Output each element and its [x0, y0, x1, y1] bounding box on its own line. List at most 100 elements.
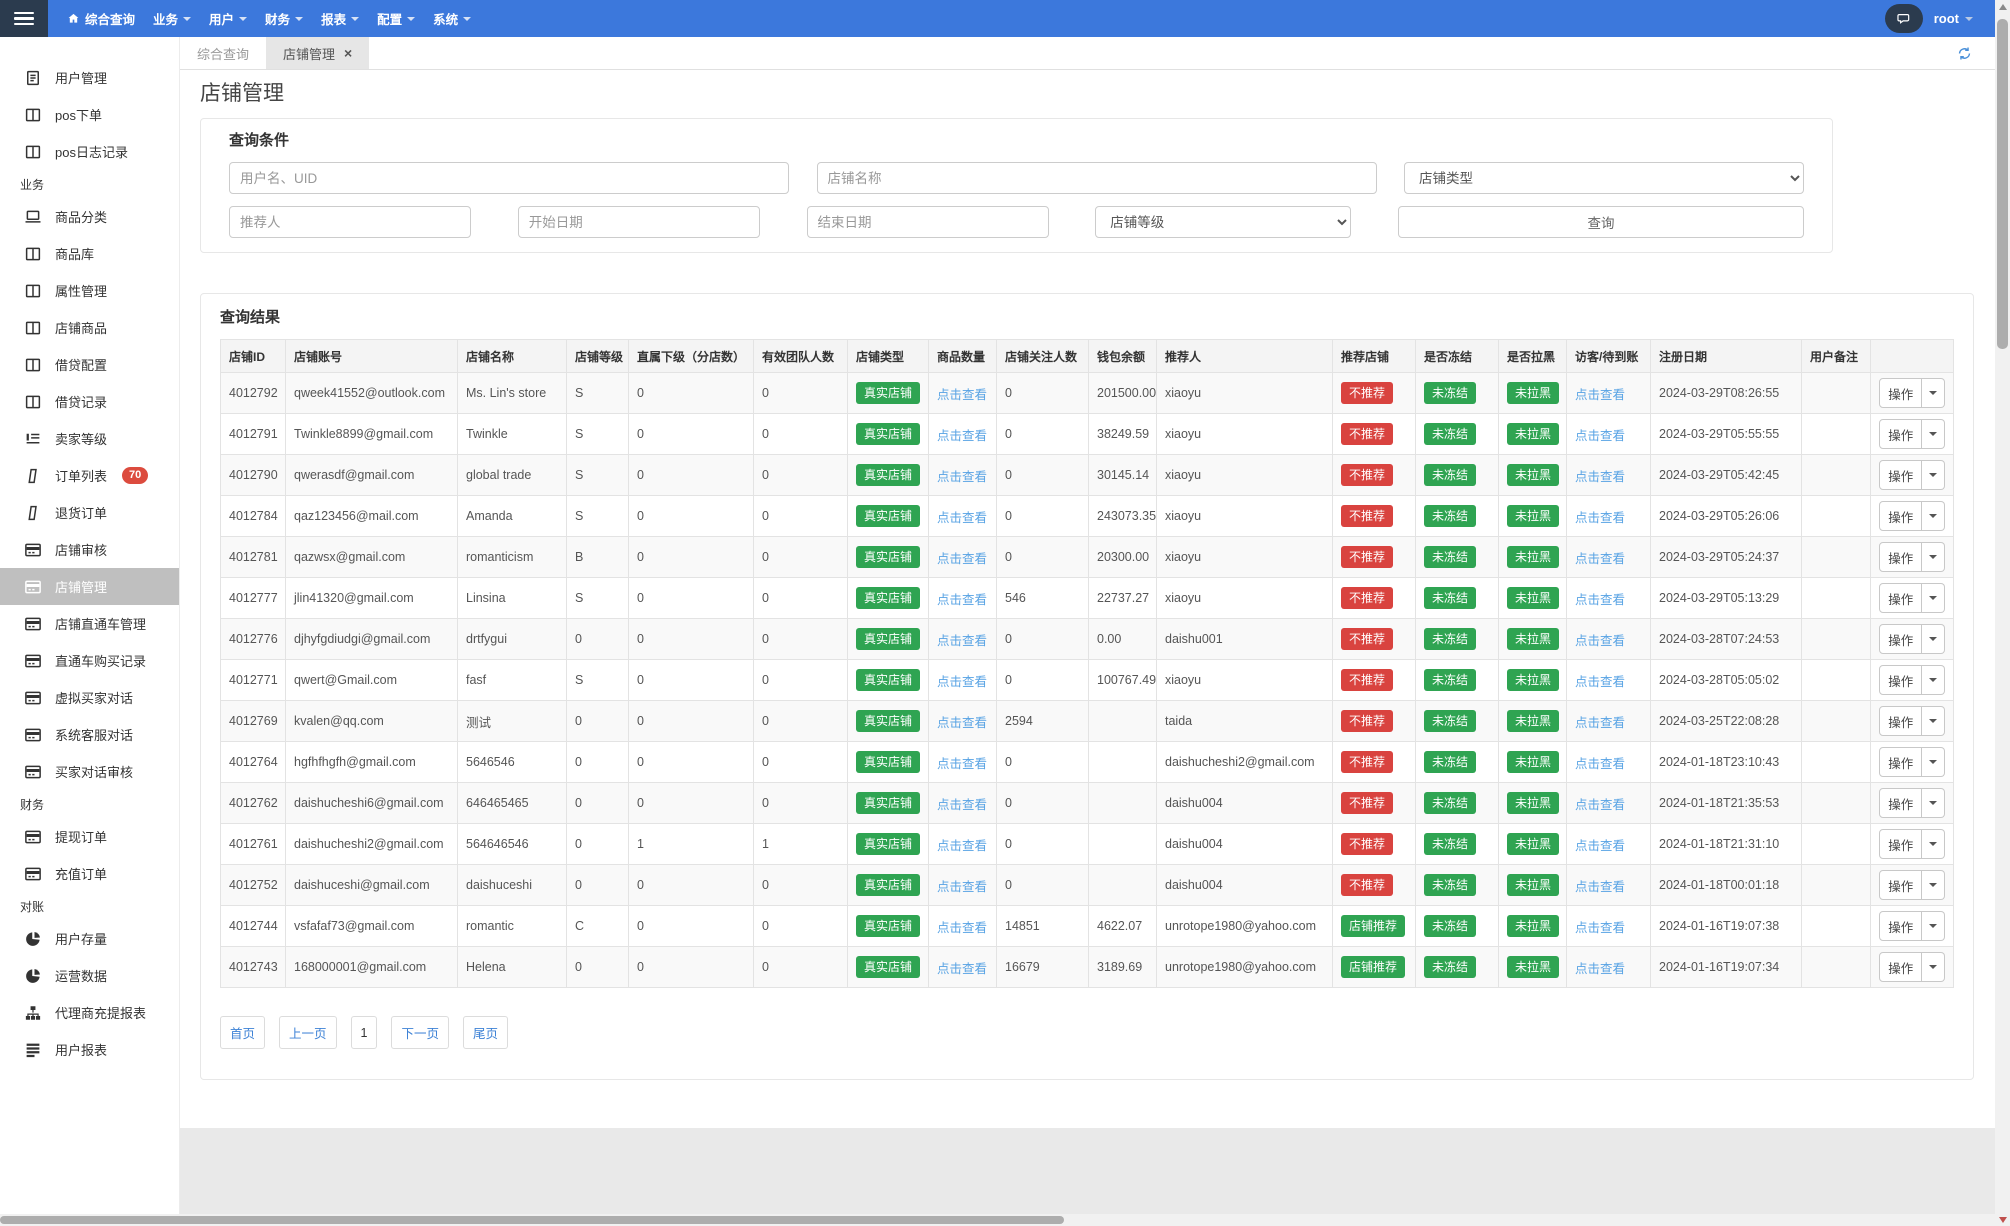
- action-dropdown-toggle[interactable]: [1922, 542, 1945, 572]
- goods-count-link[interactable]: 点击查看: [937, 839, 987, 853]
- visitor-link[interactable]: 点击查看: [1575, 921, 1625, 935]
- sidebar-item-user-management[interactable]: 用户管理: [0, 59, 179, 96]
- nav-item-config[interactable]: 配置: [368, 0, 424, 37]
- action-button[interactable]: 操作: [1879, 911, 1923, 941]
- goods-count-link[interactable]: 点击查看: [937, 429, 987, 443]
- scroll-up-arrow-icon[interactable]: [1998, 4, 2007, 10]
- action-button[interactable]: 操作: [1879, 583, 1923, 613]
- shop-level-select[interactable]: 店铺等级: [1095, 206, 1352, 238]
- action-dropdown-toggle[interactable]: [1922, 665, 1945, 695]
- action-dropdown-toggle[interactable]: [1922, 501, 1945, 531]
- sidebar-item-shop-train-management[interactable]: 店铺直通车管理: [0, 605, 179, 642]
- goods-count-link[interactable]: 点击查看: [937, 593, 987, 607]
- visitor-link[interactable]: 点击查看: [1575, 429, 1625, 443]
- nav-item-finance[interactable]: 财务: [256, 0, 312, 37]
- goods-count-link[interactable]: 点击查看: [937, 798, 987, 812]
- username-uid-field[interactable]: [229, 162, 789, 194]
- goods-count-link[interactable]: 点击查看: [937, 675, 987, 689]
- sidebar-item-virtual-buyer-chat[interactable]: 虚拟买家对话: [0, 679, 179, 716]
- goods-count-link[interactable]: 点击查看: [937, 962, 987, 976]
- page-button-page-1[interactable]: 1: [350, 1016, 378, 1049]
- refresh-button[interactable]: [1956, 45, 1973, 62]
- visitor-link[interactable]: 点击查看: [1575, 593, 1625, 607]
- visitor-link[interactable]: 点击查看: [1575, 675, 1625, 689]
- start-date-field[interactable]: [517, 206, 760, 238]
- action-dropdown-toggle[interactable]: [1922, 747, 1945, 777]
- visitor-link[interactable]: 点击查看: [1575, 880, 1625, 894]
- action-dropdown-toggle[interactable]: [1922, 460, 1945, 490]
- scroll-down-arrow-icon[interactable]: [1998, 1217, 2007, 1223]
- action-dropdown-toggle[interactable]: [1922, 624, 1945, 654]
- sidebar-item-goods-library[interactable]: 商品库: [0, 235, 179, 272]
- action-dropdown-toggle[interactable]: [1922, 829, 1945, 859]
- nav-item-system[interactable]: 系统: [424, 0, 480, 37]
- action-button[interactable]: 操作: [1879, 747, 1923, 777]
- horizontal-scrollbar[interactable]: [0, 1214, 1995, 1226]
- page-button-first[interactable]: 首页: [220, 1016, 266, 1049]
- goods-count-link[interactable]: 点击查看: [937, 511, 987, 525]
- sidebar-item-order-list[interactable]: 订单列表 70: [0, 457, 179, 494]
- tab-overview-query[interactable]: 综合查询: [180, 37, 266, 69]
- sidebar-item-return-orders[interactable]: 退货订单: [0, 494, 179, 531]
- action-button[interactable]: 操作: [1879, 378, 1923, 408]
- action-dropdown-toggle[interactable]: [1922, 788, 1945, 818]
- visitor-link[interactable]: 点击查看: [1575, 839, 1625, 853]
- action-button[interactable]: 操作: [1879, 706, 1923, 736]
- user-menu[interactable]: root: [1934, 11, 1973, 26]
- hamburger-menu-icon[interactable]: [0, 0, 48, 37]
- visitor-link[interactable]: 点击查看: [1575, 634, 1625, 648]
- action-dropdown-toggle[interactable]: [1922, 706, 1945, 736]
- action-button[interactable]: 操作: [1879, 419, 1923, 449]
- nav-item-overview-query[interactable]: 综合查询: [58, 0, 144, 37]
- action-button[interactable]: 操作: [1879, 542, 1923, 572]
- visitor-link[interactable]: 点击查看: [1575, 962, 1625, 976]
- goods-count-link[interactable]: 点击查看: [937, 757, 987, 771]
- action-button[interactable]: 操作: [1879, 460, 1923, 490]
- sidebar-item-operation-data[interactable]: 运营数据: [0, 957, 179, 994]
- goods-count-link[interactable]: 点击查看: [937, 552, 987, 566]
- page-button-last[interactable]: 尾页: [463, 1016, 509, 1049]
- visitor-link[interactable]: 点击查看: [1575, 388, 1625, 402]
- action-button[interactable]: 操作: [1879, 501, 1923, 531]
- goods-count-link[interactable]: 点击查看: [937, 880, 987, 894]
- action-dropdown-toggle[interactable]: [1922, 378, 1945, 408]
- sidebar-item-goods-category[interactable]: 商品分类: [0, 198, 179, 235]
- goods-count-link[interactable]: 点击查看: [937, 388, 987, 402]
- action-button[interactable]: 操作: [1879, 952, 1923, 982]
- horizontal-scrollbar-thumb[interactable]: [0, 1216, 1064, 1224]
- nav-item-report[interactable]: 报表: [312, 0, 368, 37]
- goods-count-link[interactable]: 点击查看: [937, 470, 987, 484]
- sidebar-item-shop-goods[interactable]: 店铺商品: [0, 309, 179, 346]
- action-dropdown-toggle[interactable]: [1922, 870, 1945, 900]
- action-button[interactable]: 操作: [1879, 788, 1923, 818]
- action-button[interactable]: 操作: [1879, 829, 1923, 859]
- sidebar-item-user-stock[interactable]: 用户存量: [0, 920, 179, 957]
- sidebar-item-loan-records[interactable]: 借贷记录: [0, 383, 179, 420]
- search-button[interactable]: 查询: [1398, 206, 1804, 238]
- visitor-link[interactable]: 点击查看: [1575, 716, 1625, 730]
- sidebar-item-system-service-chat[interactable]: 系统客服对话: [0, 716, 179, 753]
- sidebar-item-attribute-management[interactable]: 属性管理: [0, 272, 179, 309]
- sidebar-item-withdraw-orders[interactable]: 提现订单: [0, 818, 179, 855]
- page-button-prev[interactable]: 上一页: [279, 1016, 337, 1049]
- sidebar-item-shop-review[interactable]: 店铺审核: [0, 531, 179, 568]
- action-dropdown-toggle[interactable]: [1922, 583, 1945, 613]
- sidebar-item-recharge-orders[interactable]: 充值订单: [0, 855, 179, 892]
- sidebar-item-train-purchase-records[interactable]: 直通车购买记录: [0, 642, 179, 679]
- visitor-link[interactable]: 点击查看: [1575, 511, 1625, 525]
- end-date-field[interactable]: [806, 206, 1049, 238]
- shop-type-select[interactable]: 店铺类型: [1404, 162, 1804, 194]
- visitor-link[interactable]: 点击查看: [1575, 552, 1625, 566]
- goods-count-link[interactable]: 点击查看: [937, 716, 987, 730]
- vertical-scrollbar-thumb[interactable]: [1997, 19, 2008, 349]
- vertical-scrollbar[interactable]: [1995, 0, 2010, 1214]
- referrer-field[interactable]: [229, 206, 471, 238]
- action-button[interactable]: 操作: [1879, 624, 1923, 654]
- sidebar-item-loan-config[interactable]: 借贷配置: [0, 346, 179, 383]
- goods-count-link[interactable]: 点击查看: [937, 634, 987, 648]
- shop-name-field[interactable]: [816, 162, 1377, 194]
- tab-shop-management[interactable]: 店铺管理 ×: [266, 37, 370, 69]
- sidebar-item-shop-management[interactable]: 店铺管理: [0, 568, 179, 605]
- action-dropdown-toggle[interactable]: [1922, 911, 1945, 941]
- nav-item-user[interactable]: 用户: [200, 0, 256, 37]
